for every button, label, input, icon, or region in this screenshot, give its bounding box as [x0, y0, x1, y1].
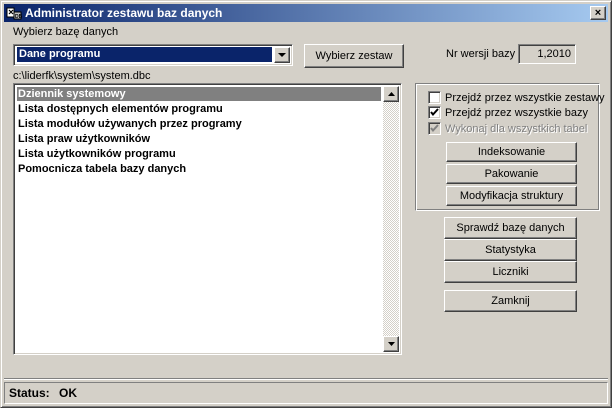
checkmark-icon	[430, 108, 439, 117]
db-path: c:\liderfk\system\system.dbc	[13, 70, 151, 82]
app-icon: DB	[6, 5, 23, 21]
statistics-button[interactable]: Statystyka	[444, 239, 577, 261]
options-group: Przejdź przez wszystkie zestawy Przejdź …	[415, 83, 605, 211]
choose-set-button-label: Wybierz zestaw	[315, 50, 393, 62]
status-label: Status:	[9, 386, 50, 400]
close-button-label: Zamknij	[491, 295, 530, 307]
index-button-label: Indeksowanie	[477, 146, 546, 158]
all-sets-checkbox[interactable]	[428, 91, 441, 104]
db-select-label: Wybierz bazę danych	[13, 26, 119, 38]
index-button[interactable]: Indeksowanie	[446, 142, 577, 162]
pack-button-label: Pakowanie	[484, 168, 539, 180]
arrow-down-icon	[387, 342, 395, 346]
chevron-down-icon[interactable]	[274, 47, 290, 63]
close-button[interactable]: Zamknij	[444, 290, 577, 312]
option-all-sets[interactable]: Przejdź przez wszystkie zestawy	[428, 91, 605, 104]
statistics-button-label: Statystyka	[485, 244, 536, 256]
table-list-item[interactable]: Lista dostępnych elementów programu	[17, 102, 223, 116]
status-separator	[4, 378, 608, 380]
counters-button-label: Liczniki	[492, 266, 529, 278]
svg-text:DB: DB	[15, 14, 22, 20]
scroll-down-button[interactable]	[383, 336, 399, 352]
tables-scrollbar[interactable]	[383, 86, 399, 352]
db-combobox-value: Dane programu	[17, 47, 272, 62]
version-value: 1,2010	[518, 44, 576, 64]
all-dbs-label: Przejdź przez wszystkie bazy	[445, 106, 589, 119]
status-value: OK	[59, 386, 78, 400]
version-label: Nr wersji bazy	[446, 48, 516, 60]
option-all-tables: Wykonaj dla wszystkich tabel	[428, 122, 587, 135]
close-icon: ×	[594, 6, 602, 19]
close-window-button[interactable]: ×	[590, 6, 606, 20]
all-tables-label: Wykonaj dla wszystkich tabel	[445, 122, 588, 135]
table-list-item[interactable]: Dziennik systemowy	[17, 87, 381, 101]
scroll-up-button[interactable]	[383, 86, 399, 102]
pack-button[interactable]: Pakowanie	[446, 164, 577, 184]
choose-set-button[interactable]: Wybierz zestaw	[304, 44, 404, 68]
tables-listbox[interactable]: Dziennik systemowy Lista dostępnych eleme…	[13, 83, 402, 355]
table-list-item[interactable]: Lista modułów używanych przez programy	[17, 117, 242, 131]
title-bar[interactable]: DB Administrator zestawu baz danych ×	[4, 4, 608, 22]
table-list-item[interactable]: Pomocnicza tabela bazy danych	[17, 162, 186, 176]
all-tables-checkbox	[428, 122, 441, 135]
counters-button[interactable]: Liczniki	[444, 261, 577, 283]
checkmark-icon	[430, 124, 439, 133]
table-list-item[interactable]: Lista użytkowników programu	[17, 147, 176, 161]
arrow-up-icon	[387, 92, 395, 96]
main-window: DB Administrator zestawu baz danych × Wy…	[0, 0, 612, 408]
modify-structure-button-label: Modyfikacja struktury	[459, 190, 564, 202]
check-db-button[interactable]: Sprawdź bazę danych	[444, 217, 577, 239]
modify-structure-button[interactable]: Modyfikacja struktury	[446, 186, 577, 206]
db-combobox[interactable]: Dane programu	[13, 44, 293, 66]
check-db-button-label: Sprawdź bazę danych	[456, 222, 565, 234]
window-title: Administrator zestawu baz danych	[25, 6, 223, 20]
all-sets-label: Przejdź przez wszystkie zestawy	[445, 91, 605, 104]
table-list-item[interactable]: Lista praw użytkowników	[17, 132, 150, 146]
status-bar: Status: OK	[4, 382, 608, 404]
all-dbs-checkbox[interactable]	[428, 106, 441, 119]
option-all-dbs[interactable]: Przejdź przez wszystkie bazy	[428, 106, 588, 119]
